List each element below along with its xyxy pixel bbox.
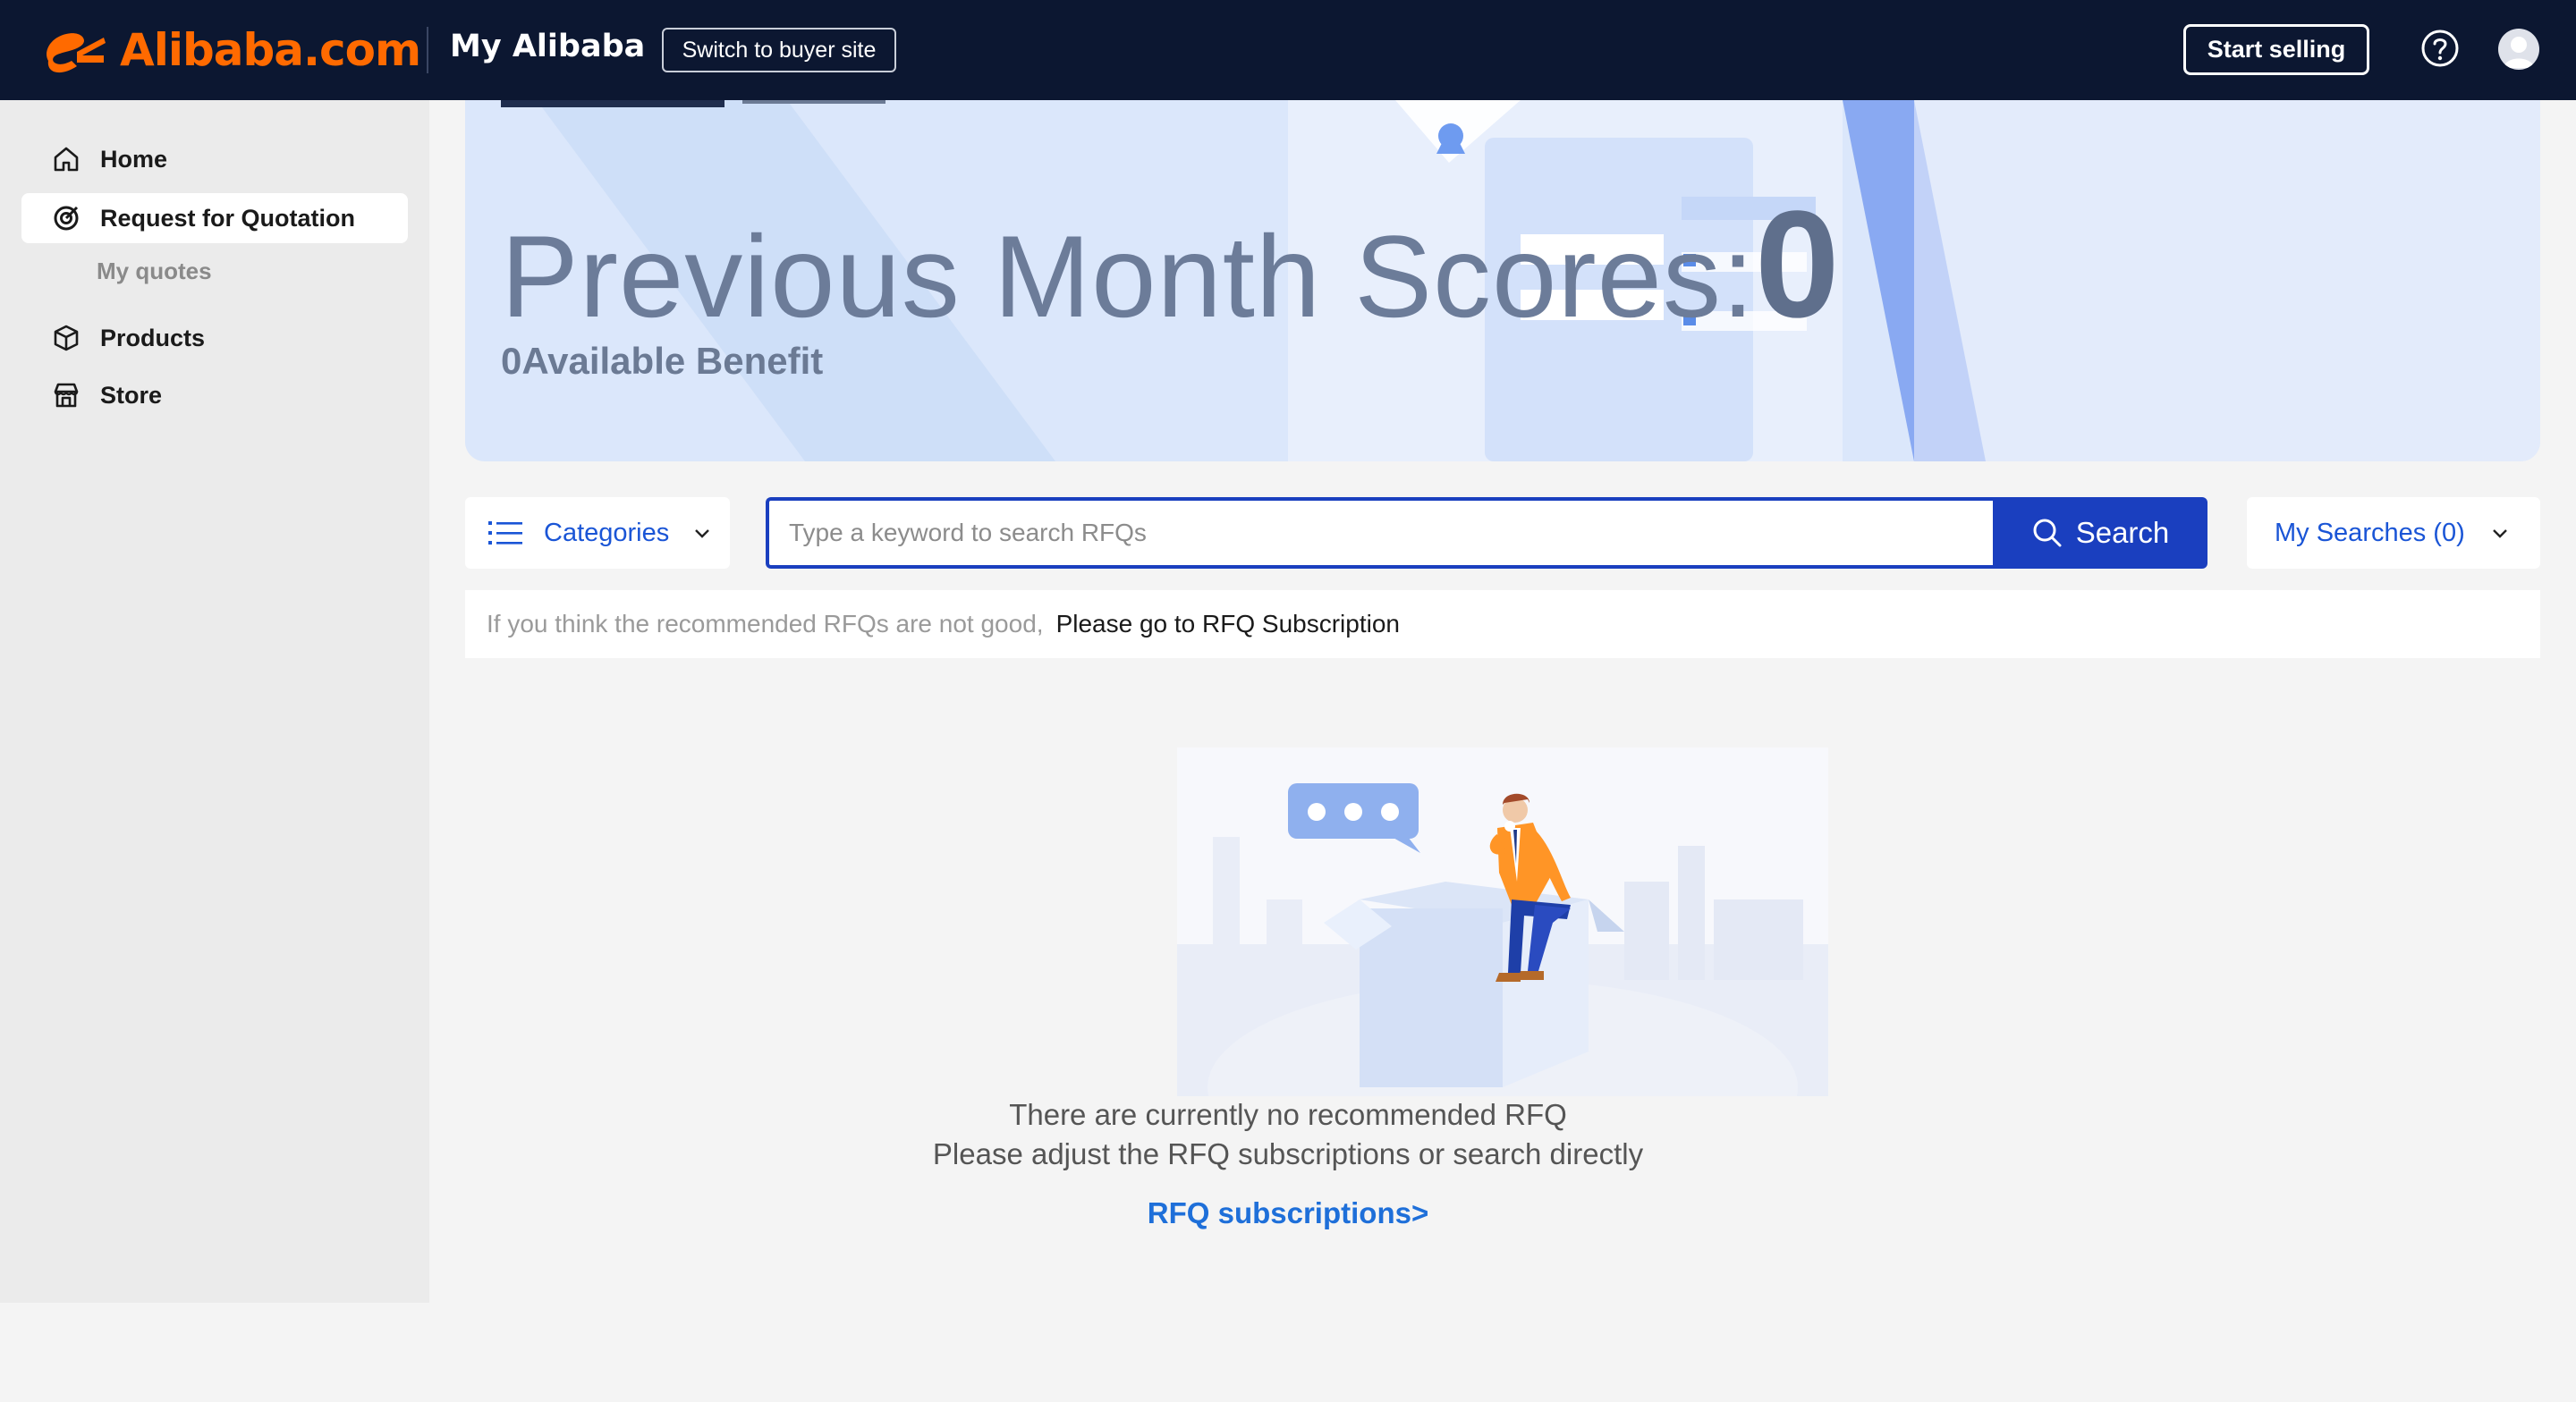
scores-banner: Previous Month Scores:0 0Available Benef… (465, 100, 2540, 461)
list-icon (488, 521, 522, 545)
switch-to-buyer-button[interactable]: Switch to buyer site (662, 28, 896, 72)
scores-title-text: Previous Month Scores: (501, 211, 1756, 342)
box-icon (54, 325, 79, 351)
home-icon (54, 147, 79, 172)
rfq-subscriptions-link[interactable]: RFQ subscriptions> (0, 1196, 2576, 1230)
rfq-subscription-link[interactable]: Please go to RFQ Subscription (1056, 610, 1400, 638)
search-input[interactable] (769, 501, 1993, 565)
page-title[interactable]: My Alibaba (450, 29, 645, 64)
header-divider (427, 27, 428, 73)
search-button-label: Search (2075, 516, 2170, 549)
logo-text: Alibaba.com (120, 24, 421, 76)
sidebar-subitem-my-quotes[interactable]: My quotes (97, 258, 212, 285)
search-icon (2033, 519, 2062, 547)
store-icon (54, 383, 79, 408)
empty-state-illustration (1177, 747, 1828, 1096)
avatar-icon (2504, 37, 2534, 68)
my-searches-label: My Searches (0) (2275, 518, 2465, 547)
search-button[interactable]: Search (1993, 497, 2207, 569)
help-icon[interactable] (2420, 29, 2460, 68)
my-searches-dropdown[interactable]: My Searches (0) (2247, 497, 2540, 569)
search-box (766, 497, 1993, 569)
empty-state-line1: There are currently no recommended RFQ (1009, 1098, 1567, 1131)
start-selling-button[interactable]: Start selling (2183, 24, 2369, 75)
score-value: 0 (1755, 180, 1841, 350)
sidebar-item-label: Store (100, 381, 163, 409)
sidebar-item-products[interactable]: Products (21, 313, 408, 363)
top-bar: Alibaba.com My Alibaba Switch to buyer s… (0, 0, 2576, 100)
sidebar-item-rfq[interactable]: Request for Quotation (21, 193, 408, 243)
target-icon (54, 206, 79, 231)
chevron-down-icon (695, 529, 710, 538)
categories-dropdown[interactable]: Categories (465, 497, 730, 569)
sidebar-item-label: Request for Quotation (100, 204, 355, 232)
hint-text: If you think the recommended RFQs are no… (487, 610, 1044, 638)
sidebar-item-label: Products (100, 324, 206, 351)
chevron-down-icon (2492, 529, 2507, 538)
sidebar-item-store[interactable]: Store (21, 370, 408, 420)
available-benefit: 0Available Benefit (501, 340, 824, 382)
user-avatar[interactable] (2498, 29, 2539, 70)
alibaba-logo-icon (47, 33, 106, 73)
rfq-hint-bar: If you think the recommended RFQs are no… (465, 590, 2540, 658)
sidebar-item-home[interactable]: Home (21, 134, 408, 184)
empty-state-line2: Please adjust the RFQ subscriptions or s… (932, 1137, 1644, 1170)
sidebar-item-label: Home (100, 145, 168, 173)
categories-label: Categories (544, 518, 670, 547)
scores-title: Previous Month Scores:0 (501, 177, 1841, 352)
alibaba-logo[interactable]: Alibaba.com (41, 21, 421, 79)
